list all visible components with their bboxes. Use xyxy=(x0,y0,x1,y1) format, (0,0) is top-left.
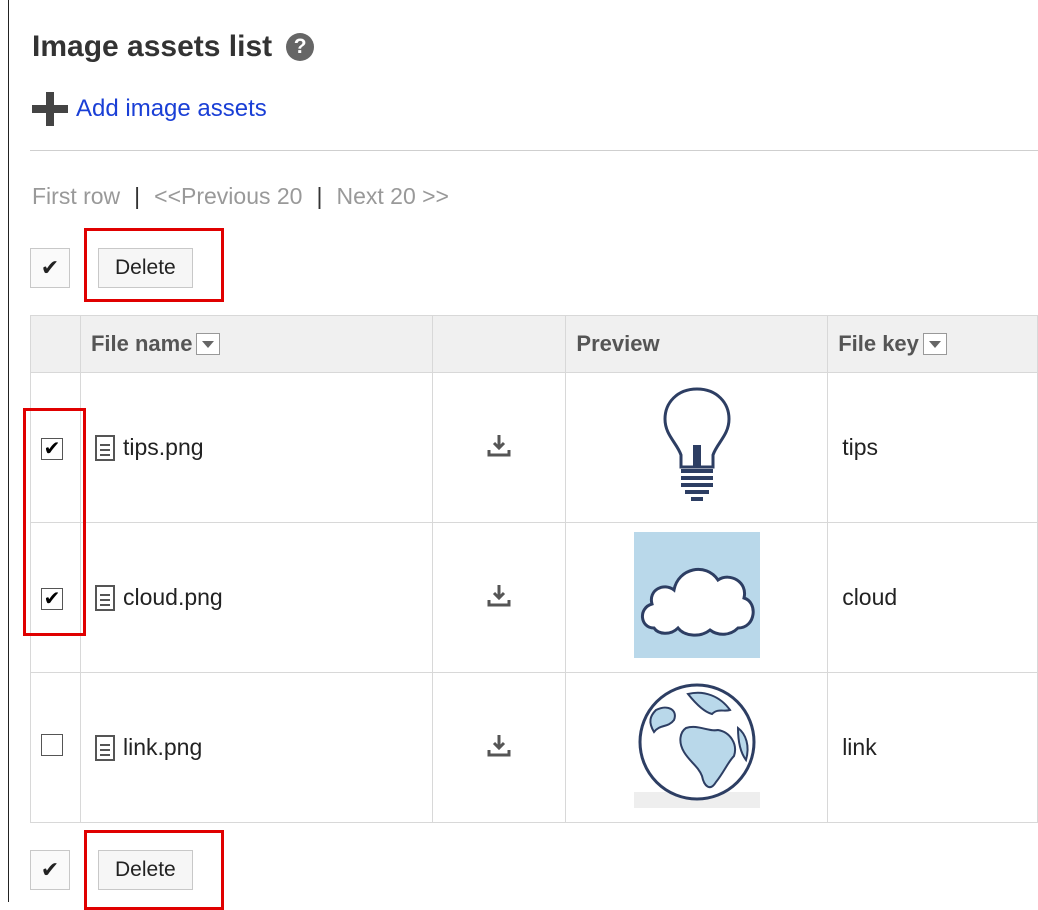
row-checkbox[interactable]: ✔ xyxy=(41,438,63,460)
table-header-row: File name Preview File key xyxy=(30,315,1038,373)
sort-dropdown-icon[interactable] xyxy=(922,333,947,355)
delete-button-top[interactable]: Delete xyxy=(98,248,193,288)
add-image-assets-link[interactable]: Add image assets xyxy=(32,92,267,126)
file-name-link[interactable]: cloud.png xyxy=(123,584,223,611)
window-left-border xyxy=(8,0,9,902)
next-20-link[interactable]: Next 20 >> xyxy=(336,183,449,210)
pager-separator: | xyxy=(316,183,323,209)
download-cell xyxy=(431,672,567,823)
preview-cell xyxy=(565,672,829,823)
pagination: First row | <<Previous 20 | Next 20 >> xyxy=(32,183,449,210)
sort-dropdown-icon[interactable] xyxy=(196,333,221,355)
column-preview-label: Preview xyxy=(576,331,660,356)
header-checkbox-cell xyxy=(30,315,81,373)
help-icon[interactable]: ? xyxy=(286,33,315,61)
column-file-name-label: File name xyxy=(90,331,193,356)
lightbulb-icon[interactable] xyxy=(657,383,737,507)
column-header-preview: Preview xyxy=(565,315,829,373)
row-checkbox-cell: ✔ xyxy=(30,372,81,523)
download-cell xyxy=(431,372,567,523)
download-cell xyxy=(431,522,567,673)
column-header-file-name[interactable]: File name xyxy=(79,315,433,373)
select-all-toggle-top[interactable]: ✔ xyxy=(30,248,70,288)
file-icon xyxy=(94,584,115,611)
pager-separator: | xyxy=(134,183,141,209)
preview-cell xyxy=(565,522,829,673)
file-key-cell: link xyxy=(827,672,1038,823)
delete-button-bottom[interactable]: Delete xyxy=(98,850,193,890)
column-file-key-label: File key xyxy=(838,331,919,356)
file-name-link[interactable]: link.png xyxy=(123,734,202,761)
file-name-cell: tips.png xyxy=(79,372,433,523)
file-name-link[interactable]: tips.png xyxy=(123,434,204,461)
row-checkbox-cell: ✔ xyxy=(30,522,81,673)
previous-20-link[interactable]: <<Previous 20 xyxy=(154,183,302,210)
row-checkbox[interactable] xyxy=(41,733,63,756)
cloud-icon[interactable] xyxy=(633,531,760,658)
file-key-cell: cloud xyxy=(827,522,1038,673)
table-row: ✔ cloud.png cloud xyxy=(30,522,1038,673)
download-icon[interactable] xyxy=(486,432,512,458)
row-checkbox-cell xyxy=(30,672,81,823)
preview-cell xyxy=(565,372,829,523)
row-checkbox[interactable]: ✔ xyxy=(41,588,63,610)
add-image-assets-label[interactable]: Add image assets xyxy=(76,95,267,123)
file-name-cell: link.png xyxy=(79,672,433,823)
file-key-cell: tips xyxy=(827,372,1038,523)
plus-icon xyxy=(32,92,68,126)
first-row-link[interactable]: First row xyxy=(32,183,120,210)
file-icon xyxy=(94,734,115,761)
select-all-toggle-bottom[interactable]: ✔ xyxy=(30,850,70,890)
divider xyxy=(30,150,1038,151)
column-header-file-key[interactable]: File key xyxy=(827,315,1038,373)
image-assets-table: File name Preview File key ✔ tips.png ti… xyxy=(30,315,1038,823)
file-icon xyxy=(94,434,115,461)
table-row: link.png link xyxy=(30,672,1038,823)
page-title: Image assets list ? xyxy=(32,30,315,64)
download-icon[interactable] xyxy=(486,582,512,608)
globe-icon[interactable] xyxy=(633,682,760,808)
file-name-cell: cloud.png xyxy=(79,522,433,673)
table-row: ✔ tips.png tips xyxy=(30,372,1038,523)
download-icon[interactable] xyxy=(486,732,512,758)
column-header-download xyxy=(431,315,567,373)
page-title-text: Image assets list xyxy=(32,30,273,63)
